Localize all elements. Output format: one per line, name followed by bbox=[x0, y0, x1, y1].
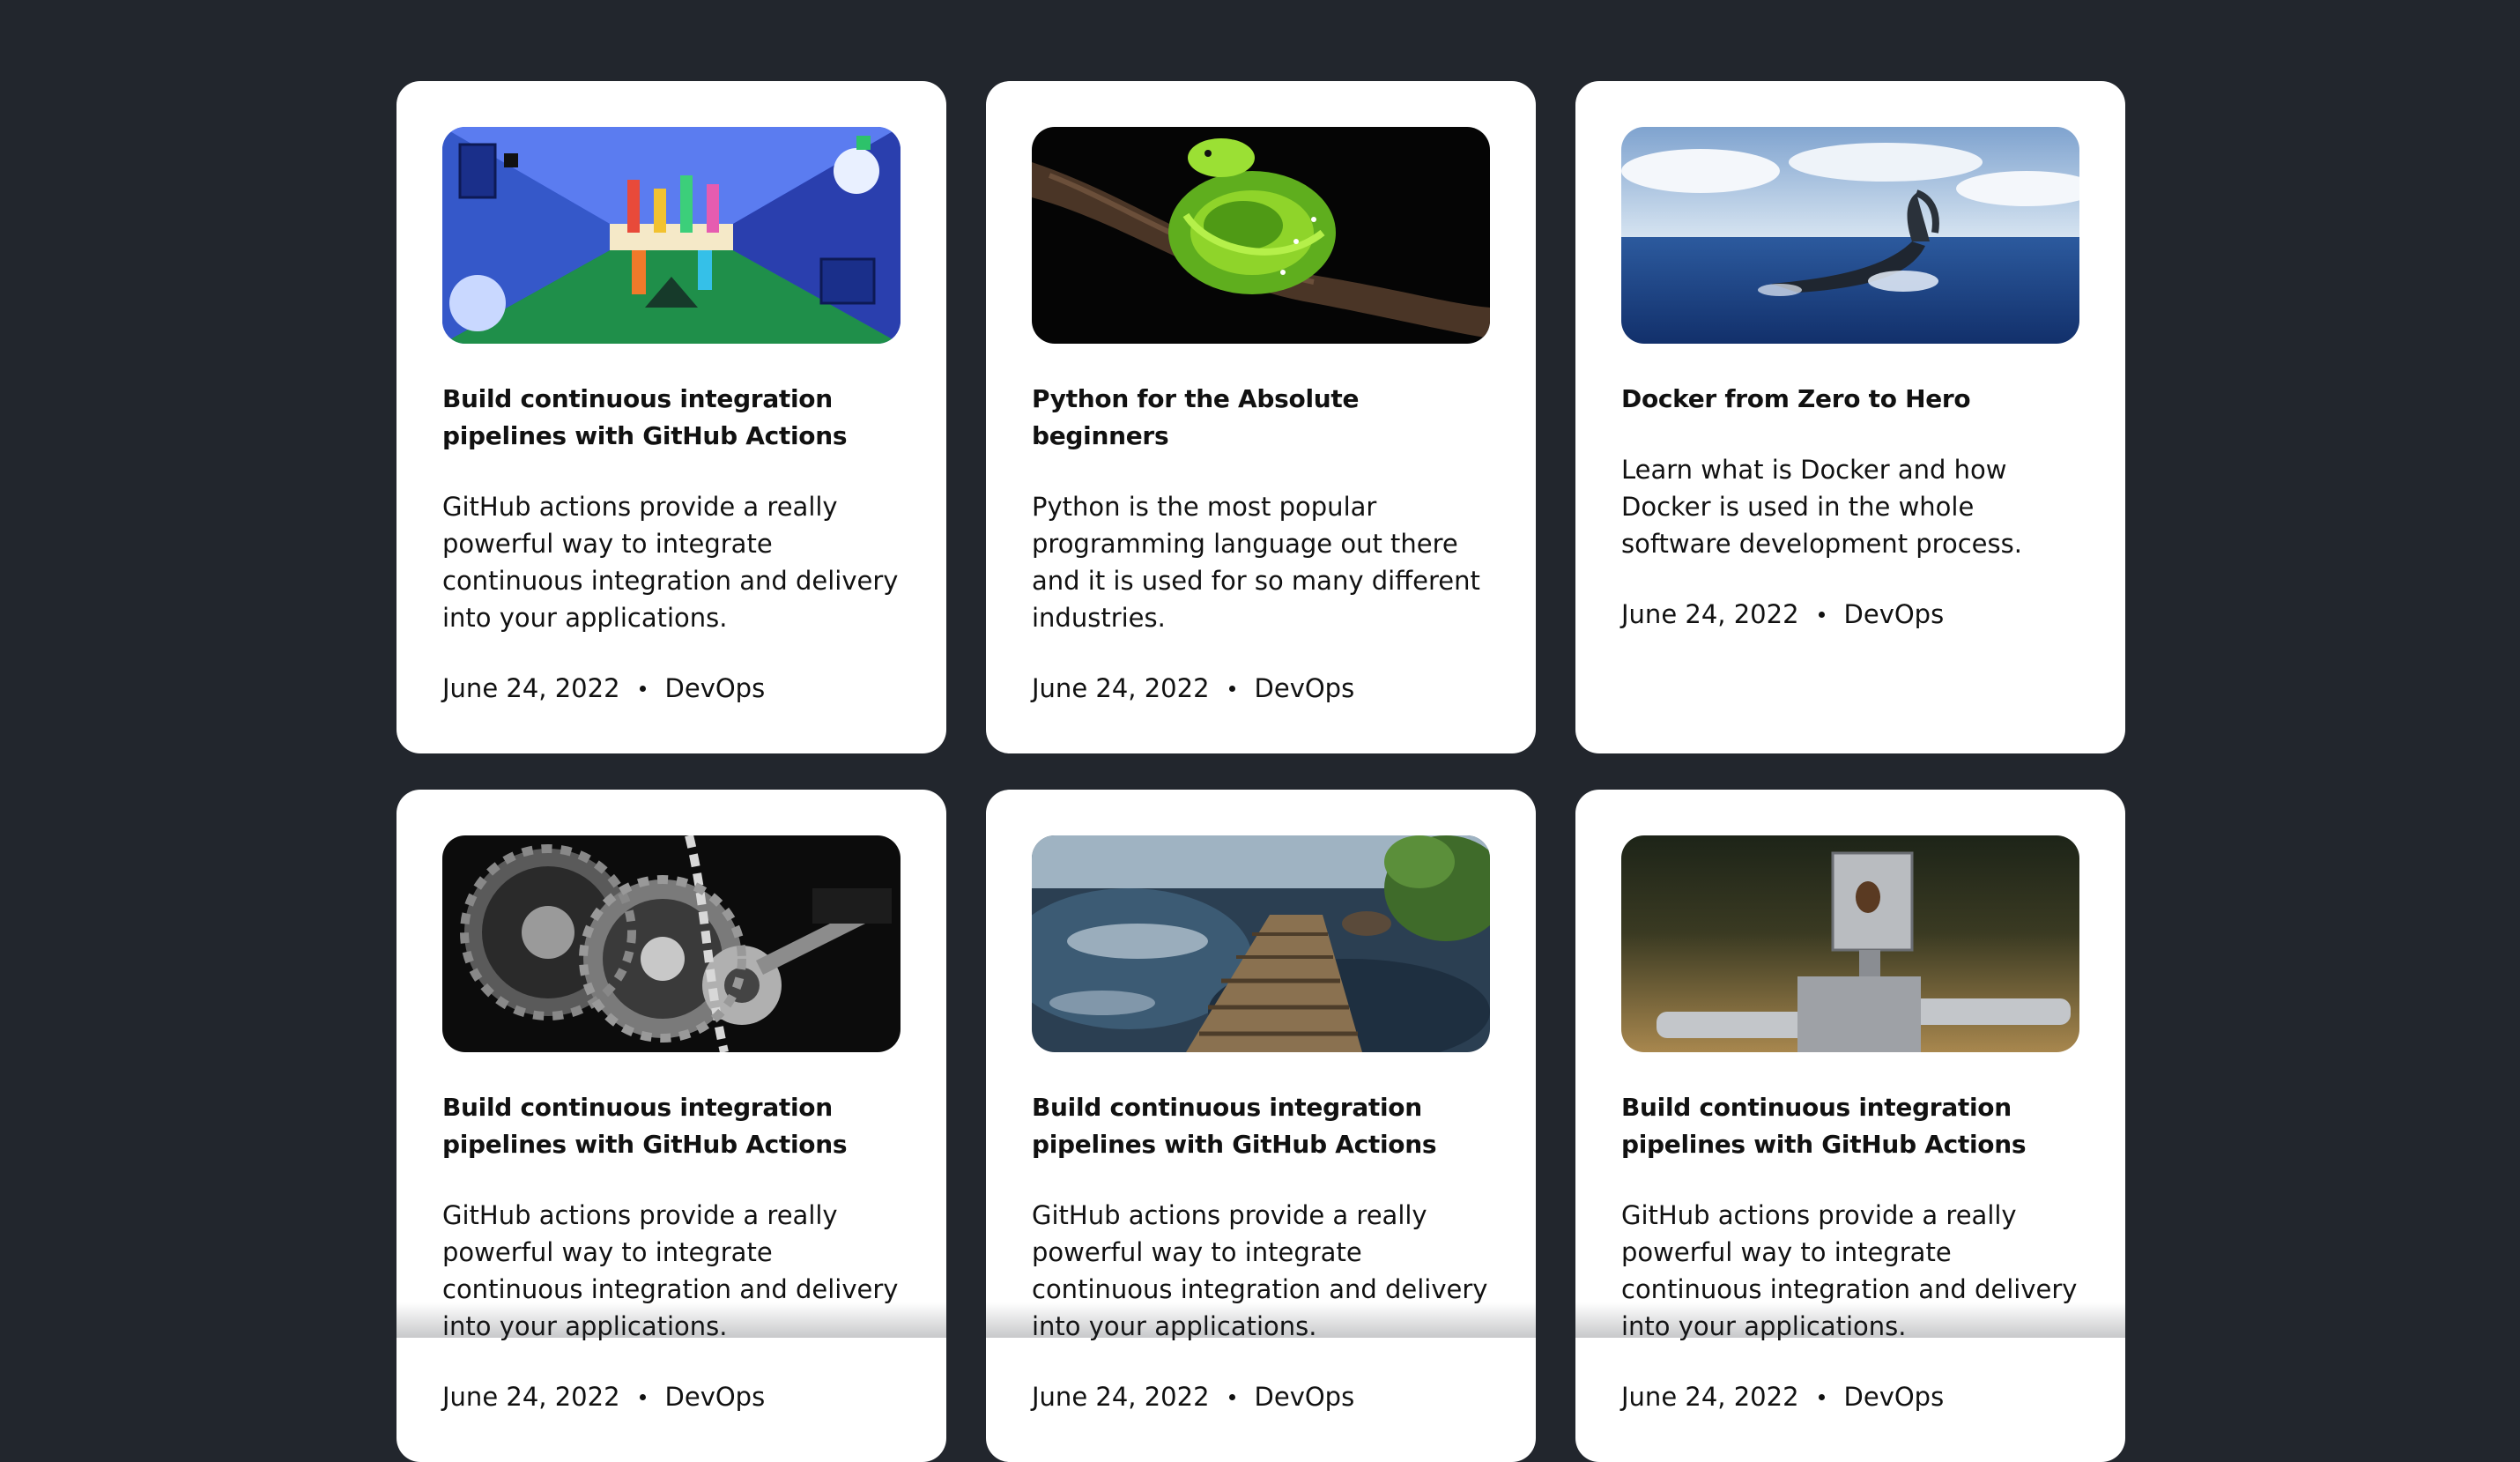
post-date: June 24, 2022 bbox=[442, 1382, 620, 1412]
post-image-whale-tail[interactable] bbox=[1621, 127, 2079, 344]
post-description: GitHub actions provide a really powerful… bbox=[1621, 1200, 2078, 1341]
post-title[interactable]: Build continuous integration pipelines w… bbox=[442, 381, 901, 455]
post-meta: June 24, 2022 DevOps bbox=[1621, 596, 2079, 633]
post-title[interactable]: Build continuous integration pipelines w… bbox=[1032, 1089, 1490, 1163]
post-meta: June 24, 2022 DevOps bbox=[1032, 1378, 1490, 1415]
post-image-abstract-corridor[interactable] bbox=[442, 127, 901, 344]
post-title[interactable]: Python for the Absolute beginners bbox=[1032, 381, 1490, 455]
post-description: GitHub actions provide a really powerful… bbox=[1032, 1200, 1488, 1341]
post-category[interactable]: DevOps bbox=[1255, 1378, 1355, 1415]
post-card[interactable]: Build continuous integration pipelines w… bbox=[397, 790, 946, 1462]
post-image-python-snake[interactable] bbox=[1032, 127, 1490, 344]
post-date: June 24, 2022 bbox=[442, 673, 620, 703]
post-category[interactable]: DevOps bbox=[1255, 670, 1355, 707]
separator-dot-icon bbox=[1228, 1393, 1235, 1400]
post-meta: June 24, 2022 DevOps bbox=[442, 1378, 901, 1415]
post-card[interactable]: Build continuous integration pipelines w… bbox=[397, 81, 946, 753]
post-card[interactable]: Build continuous integration pipelines w… bbox=[1575, 790, 2125, 1462]
post-meta: June 24, 2022 DevOps bbox=[1621, 1378, 2079, 1415]
post-description: GitHub actions provide a really powerful… bbox=[442, 1200, 899, 1341]
post-title[interactable]: Build continuous integration pipelines w… bbox=[442, 1089, 901, 1163]
separator-dot-icon bbox=[639, 685, 646, 692]
post-date: June 24, 2022 bbox=[1032, 673, 1210, 703]
post-date: June 24, 2022 bbox=[1621, 599, 1799, 629]
post-description: Learn what is Docker and how Docker is u… bbox=[1621, 455, 2022, 559]
post-date: June 24, 2022 bbox=[1032, 1382, 1210, 1412]
separator-dot-icon bbox=[1818, 1393, 1825, 1400]
post-card[interactable]: Docker from Zero to Hero Learn what is D… bbox=[1575, 81, 2125, 753]
post-image-wooden-path[interactable] bbox=[1032, 835, 1490, 1052]
post-title[interactable]: Build continuous integration pipelines w… bbox=[1621, 1089, 2079, 1163]
post-image-gears[interactable] bbox=[442, 835, 901, 1052]
post-category[interactable]: DevOps bbox=[1844, 1378, 1945, 1415]
post-card[interactable]: Python for the Absolute beginners Python… bbox=[986, 81, 1536, 753]
post-category[interactable]: DevOps bbox=[1844, 596, 1945, 633]
post-title[interactable]: Docker from Zero to Hero bbox=[1621, 381, 2079, 418]
post-category[interactable]: DevOps bbox=[665, 1378, 766, 1415]
post-card[interactable]: Build continuous integration pipelines w… bbox=[986, 790, 1536, 1462]
post-grid: Build continuous integration pipelines w… bbox=[397, 81, 2125, 1462]
separator-dot-icon bbox=[1818, 611, 1825, 618]
separator-dot-icon bbox=[639, 1393, 646, 1400]
separator-dot-icon bbox=[1228, 685, 1235, 692]
post-description: GitHub actions provide a really powerful… bbox=[442, 492, 899, 633]
post-image-robot[interactable] bbox=[1621, 835, 2079, 1052]
post-date: June 24, 2022 bbox=[1621, 1382, 1799, 1412]
post-description: Python is the most popular programming l… bbox=[1032, 492, 1480, 633]
post-category[interactable]: DevOps bbox=[665, 670, 766, 707]
post-meta: June 24, 2022 DevOps bbox=[442, 670, 901, 707]
post-meta: June 24, 2022 DevOps bbox=[1032, 670, 1490, 707]
